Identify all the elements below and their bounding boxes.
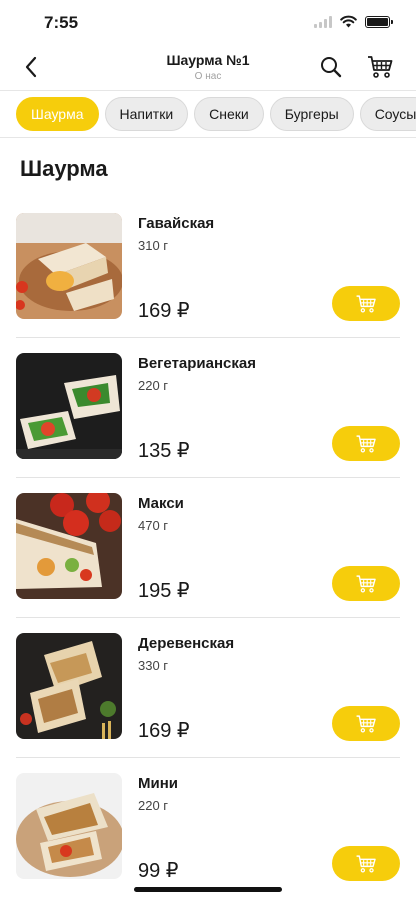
product-image [16,353,122,459]
add-to-cart-icon [356,714,376,732]
category-bar: Шаурма Напитки Снеки Бургеры Соусы [0,90,416,138]
product-name: Гавайская [138,215,215,232]
category-chip-sauces[interactable]: Соусы [359,97,416,131]
add-to-cart-icon [356,294,376,312]
section-title: Шаурма [20,156,108,181]
about-link[interactable]: О нас [0,71,416,82]
search-icon [321,57,342,78]
category-chip-drinks[interactable]: Напитки [104,97,189,131]
category-chip-burgers[interactable]: Бургеры [269,97,354,131]
category-chip-shawarma[interactable]: Шаурма [16,97,99,131]
add-to-cart-button[interactable] [332,846,400,881]
add-to-cart-icon [356,574,376,592]
product-item[interactable]: Макси 470 г 195 ₽ [16,478,400,618]
add-to-cart-icon [356,854,376,872]
product-weight: 220 г [138,378,169,393]
product-item[interactable]: Вегетарианская 220 г 135 ₽ [16,338,400,478]
signal-icon [314,15,332,28]
product-weight: 330 г [138,658,169,673]
product-name: Макси [138,495,184,512]
product-item[interactable]: Деревенская 330 г 169 ₽ [16,618,400,758]
product-weight: 470 г [138,518,169,533]
product-price: 99 ₽ [138,860,179,882]
product-image [16,633,122,739]
nav-header: Шаурма №1 О нас [0,46,416,90]
product-image [16,213,122,319]
add-to-cart-button[interactable] [332,426,400,461]
product-item[interactable]: Мини 220 г 99 ₽ [16,758,400,898]
product-name: Мини [138,775,178,792]
product-image [16,493,122,599]
category-chip-snacks[interactable]: Снеки [194,97,264,131]
product-name: Деревенская [138,635,235,652]
product-image [16,773,122,879]
status-bar: 7:55 [0,0,416,46]
product-price: 135 ₽ [138,440,190,462]
home-indicator [134,887,282,892]
product-name: Вегетарианская [138,355,256,372]
cart-icon [368,56,393,78]
add-to-cart-button[interactable] [332,706,400,741]
product-weight: 310 г [138,238,169,253]
add-to-cart-button[interactable] [332,566,400,601]
product-price: 195 ₽ [138,580,190,602]
product-weight: 220 г [138,798,169,813]
product-price: 169 ₽ [138,720,190,742]
product-price: 169 ₽ [138,300,190,322]
battery-icon [365,15,393,28]
category-list: Шаурма Напитки Снеки Бургеры Соусы [16,97,416,131]
status-icons [314,15,393,28]
add-to-cart-icon [356,434,376,452]
wifi-icon [340,15,357,28]
page-title: Шаурма №1 [166,52,250,68]
product-item[interactable]: Гавайская 310 г 169 ₽ [16,198,400,338]
status-time: 7:55 [44,13,79,32]
product-list: Гавайская 310 г 169 ₽ Вегетарианская 220… [16,198,400,898]
cart-button[interactable] [366,53,394,81]
add-to-cart-button[interactable] [332,286,400,321]
search-button[interactable] [318,54,344,80]
